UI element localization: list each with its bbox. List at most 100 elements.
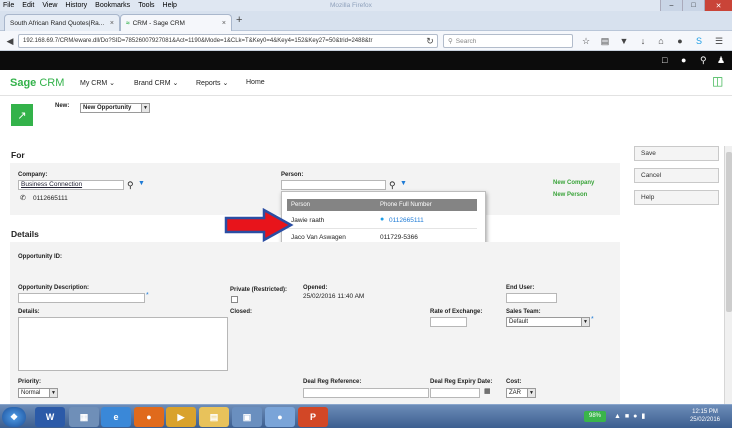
- cost-label: Cost:: [506, 379, 522, 385]
- search-icon[interactable]: ⚲: [700, 55, 707, 66]
- rate-of-exchange-field[interactable]: [430, 317, 467, 327]
- person-phone[interactable]: 0112665111: [389, 217, 424, 224]
- sales-team-value: Default: [509, 319, 529, 325]
- nav-home[interactable]: Home: [246, 79, 265, 86]
- dropdown-arrow-icon[interactable]: ▼: [400, 180, 407, 187]
- pocket-icon[interactable]: ▼: [619, 36, 629, 46]
- nav-reports[interactable]: Reports ⌄: [196, 79, 228, 87]
- cancel-button[interactable]: Cancel: [634, 168, 719, 183]
- chevron-down-icon: ▼: [581, 318, 589, 326]
- sales-team-select[interactable]: Default ▼: [506, 317, 590, 327]
- bookmark-star-icon[interactable]: ☆: [581, 36, 591, 46]
- search-input[interactable]: ⚲ Search: [443, 34, 573, 48]
- hamburger-menu-icon[interactable]: ☰: [714, 36, 724, 46]
- close-tab-icon[interactable]: ×: [222, 20, 226, 27]
- phone-icon: ✆: [20, 195, 26, 202]
- person-field[interactable]: [281, 180, 386, 190]
- nav-brand-crm[interactable]: Brand CRM ⌄: [134, 79, 178, 87]
- cost-currency-select[interactable]: ZAR ▼: [506, 388, 536, 398]
- help-button[interactable]: Help: [634, 190, 719, 205]
- internet-explorer-icon[interactable]: e: [101, 407, 131, 427]
- nav-my-crm[interactable]: My CRM ⌄: [80, 79, 115, 87]
- details-textarea[interactable]: [18, 317, 228, 371]
- menu-tools[interactable]: Tools: [138, 2, 154, 9]
- clock-time: 12:15 PM: [692, 409, 718, 415]
- back-icon[interactable]: ◀: [5, 36, 15, 46]
- menu-history[interactable]: History: [65, 2, 87, 9]
- media-player-icon[interactable]: ▶: [166, 407, 196, 427]
- priority-value: Normal: [21, 390, 41, 396]
- opportunity-description-label: Opportunity Description:: [18, 285, 89, 291]
- tab-rand-quotes[interactable]: South African Rand Quotes|Ra... ×: [4, 14, 120, 31]
- user-icon[interactable]: ♟: [717, 55, 725, 66]
- opportunity-icon: ↗: [11, 104, 33, 126]
- home-icon[interactable]: ⌂: [656, 36, 666, 46]
- explorer-folder-icon[interactable]: ▤: [199, 407, 229, 427]
- search-icon: ⚲: [448, 38, 453, 45]
- calendar-icon[interactable]: ▦: [484, 387, 491, 395]
- opportunity-description-field[interactable]: [18, 293, 145, 303]
- files-icon[interactable]: ▦: [69, 407, 99, 427]
- logo-sage: Sage: [10, 77, 37, 89]
- new-entity-select[interactable]: New Opportunity ▼: [80, 103, 150, 113]
- tab-sage-crm[interactable]: ≈ CRM - Sage CRM ×: [120, 14, 232, 31]
- paint-icon[interactable]: ●: [265, 407, 295, 427]
- new-person-link[interactable]: New Person: [553, 192, 587, 198]
- close-tab-icon[interactable]: ×: [110, 20, 114, 27]
- close-window-icon[interactable]: ✕: [704, 0, 732, 11]
- deal-reg-reference-field[interactable]: [303, 388, 429, 398]
- priority-select[interactable]: Normal ▼: [18, 388, 58, 398]
- private-checkbox[interactable]: [231, 296, 238, 303]
- deal-reg-reference-label: Deal Reg Reference:: [303, 379, 362, 385]
- scrollbar-thumb[interactable]: [726, 152, 732, 312]
- deal-reg-expiry-field[interactable]: [430, 388, 480, 398]
- url-bar[interactable]: 192.168.69.7/CRM/eware.dll/Do?SID=785260…: [18, 34, 438, 48]
- skype-icon: ●: [380, 216, 385, 223]
- skype-icon[interactable]: S: [694, 36, 704, 46]
- word-icon[interactable]: W: [35, 407, 65, 427]
- page-scrollbar[interactable]: [724, 146, 732, 404]
- menu-file[interactable]: File: [3, 2, 14, 9]
- save-button[interactable]: Save: [634, 146, 719, 161]
- end-user-field[interactable]: [506, 293, 557, 303]
- sage-crm-logo[interactable]: Sage CRM: [10, 77, 64, 89]
- menu-bookmarks[interactable]: Bookmarks: [95, 2, 130, 9]
- chat-icon[interactable]: ●: [675, 36, 685, 46]
- battery-indicator[interactable]: 98%: [584, 411, 606, 422]
- reading-list-icon[interactable]: ▤: [600, 36, 610, 46]
- search-placeholder: Search: [455, 37, 477, 45]
- tray-icons[interactable]: ▲■●▮: [614, 412, 649, 420]
- window-controls: – □ ✕: [660, 0, 732, 11]
- nav-label: Reports: [196, 80, 221, 87]
- minimize-icon[interactable]: –: [660, 0, 682, 11]
- for-section-title: For: [11, 150, 25, 160]
- opportunity-id-label: Opportunity ID:: [18, 254, 62, 260]
- search-icon[interactable]: ⚲: [127, 180, 134, 191]
- messages-icon[interactable]: □: [662, 55, 667, 65]
- start-button[interactable]: ❖: [2, 407, 26, 427]
- navigation-bar: ◀ 192.168.69.7/CRM/eware.dll/Do?SID=7852…: [0, 31, 732, 51]
- add-gadget-icon[interactable]: ◫: [712, 74, 723, 88]
- new-tab-icon[interactable]: +: [236, 14, 242, 26]
- help-label: Help: [641, 194, 655, 201]
- company-field[interactable]: Business Connection: [18, 180, 124, 190]
- new-company-link[interactable]: New Company: [553, 180, 594, 186]
- dropdown-arrow-icon[interactable]: ▼: [138, 180, 145, 187]
- person-name: Jawie raath: [291, 217, 325, 224]
- menu-view[interactable]: View: [42, 2, 57, 9]
- firefox-icon[interactable]: ●: [134, 407, 164, 427]
- menu-help[interactable]: Help: [163, 2, 177, 9]
- reload-icon[interactable]: ↻: [425, 36, 435, 46]
- system-clock[interactable]: 12:15 PM 25/02/2016: [690, 408, 720, 424]
- company-phone: 0112665111: [33, 195, 68, 202]
- search-icon[interactable]: ⚲: [389, 180, 396, 191]
- crm-navigation: Sage CRM My CRM ⌄ Brand CRM ⌄ Reports ⌄ …: [0, 70, 732, 96]
- menu-edit[interactable]: Edit: [22, 2, 34, 9]
- download-icon[interactable]: ↓: [638, 36, 648, 46]
- notifications-icon[interactable]: ●: [681, 55, 686, 65]
- network-icon[interactable]: ▣: [232, 407, 262, 427]
- new-label: New:: [55, 103, 70, 109]
- maximize-icon[interactable]: □: [682, 0, 704, 11]
- popup-row[interactable]: Jawie raath ● 0112665111: [287, 213, 477, 229]
- powerpoint-icon[interactable]: P: [298, 407, 328, 427]
